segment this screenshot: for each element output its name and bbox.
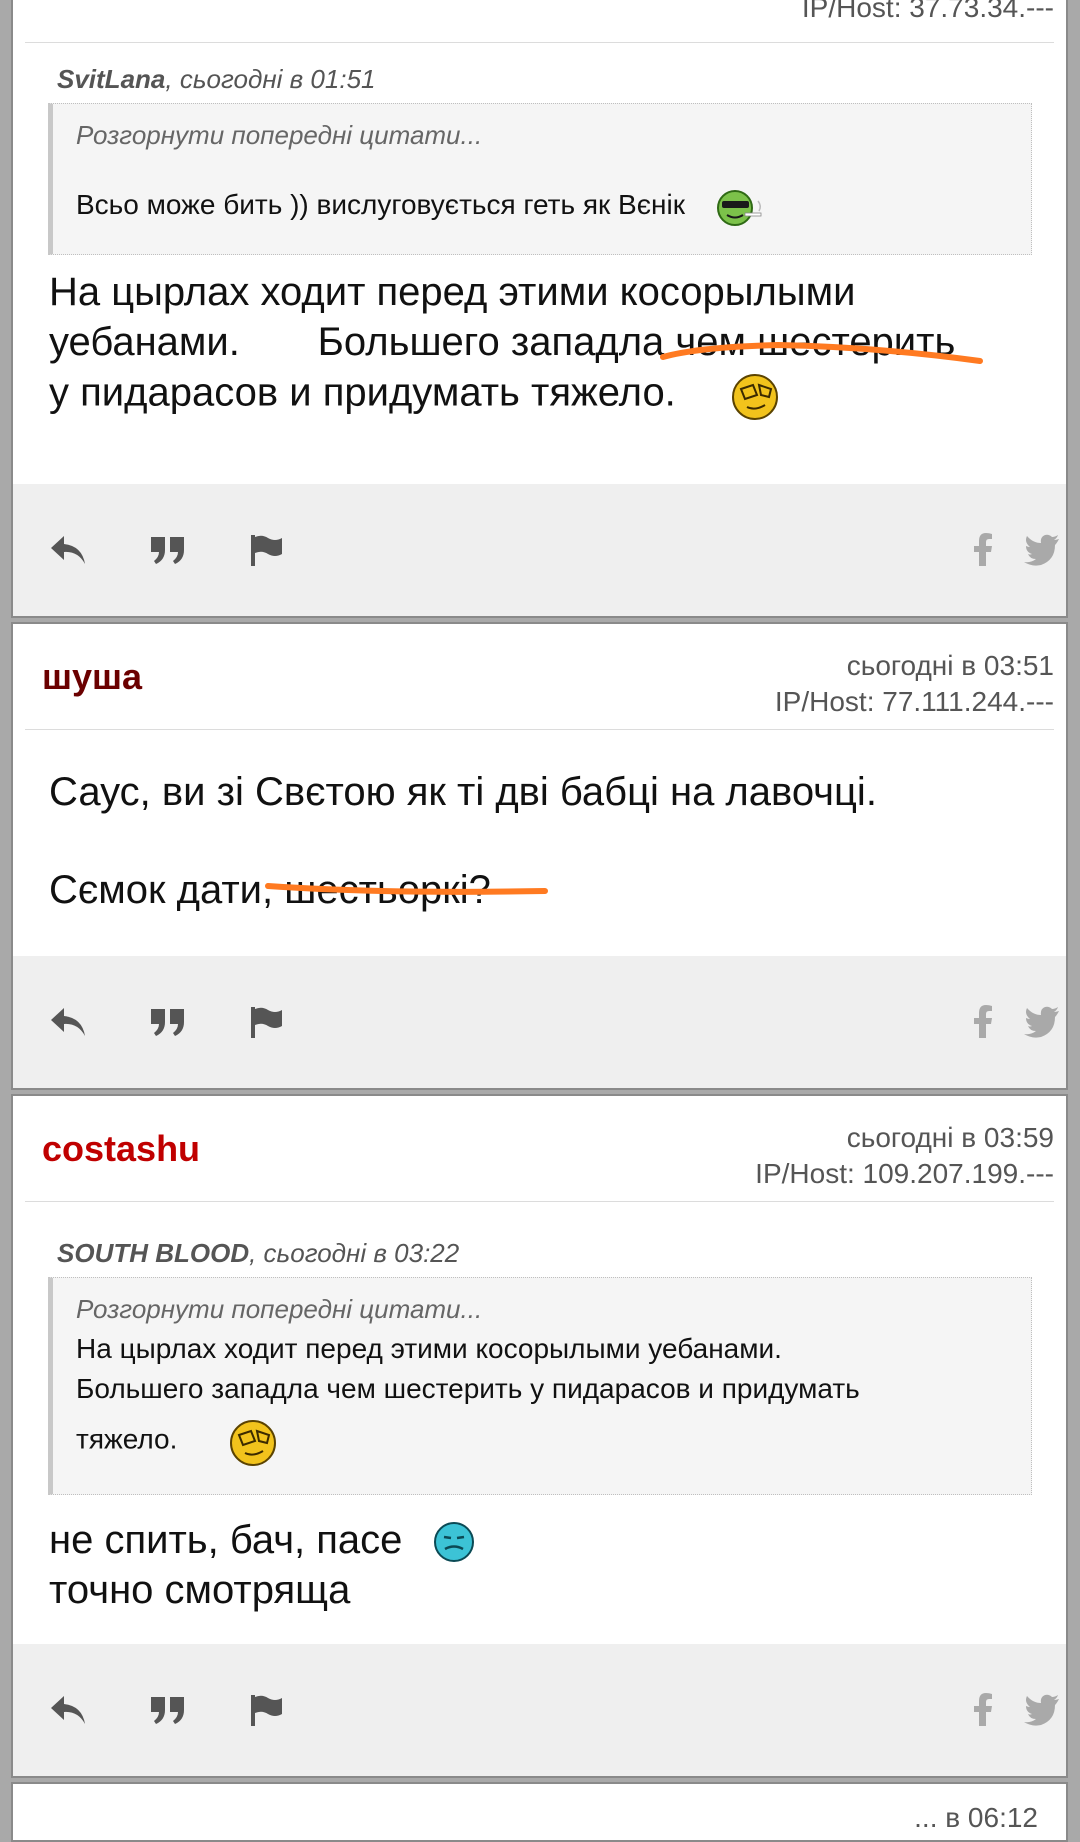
facebook-icon[interactable] (964, 532, 1004, 568)
post-toolbar (13, 1644, 1066, 1776)
reply-icon[interactable] (48, 532, 88, 568)
quote-line: Большего западла чем шестерить у пидарас… (76, 1373, 860, 1404)
reply-icon[interactable] (48, 1692, 88, 1728)
body-line: у пидарасов и придумать тяжело. (49, 367, 1066, 423)
post-toolbar (13, 484, 1066, 616)
body-line-text: у пидарасов и придумать тяжело. (49, 370, 676, 415)
facebook-icon[interactable] (964, 1004, 1004, 1040)
post-author[interactable]: costashu (42, 1128, 200, 1170)
body-line: точно смотряща (49, 1568, 351, 1612)
post-date: сьогодні в 03:51 (846, 650, 1054, 681)
facebook-icon[interactable] (964, 1692, 1004, 1728)
reply-icon[interactable] (48, 1004, 88, 1040)
post-date: сьогодні в 03:59 (846, 1122, 1054, 1153)
post-ip: IP/Host: 77.111.244.--- (774, 686, 1054, 717)
sad-smiley-icon (433, 1522, 474, 1563)
post-body: На цырлах ходит перед этими косорылыми у… (13, 255, 1066, 423)
quote-block: Розгорнути попередні цитати... Всьо може… (48, 103, 1032, 255)
quote-line: тяжело. (76, 1413, 1011, 1469)
body-line-text: не спить, бач, пасе (49, 1518, 403, 1562)
post-card: шуша сьогодні в 03:51 IP/Host: 77.111.24… (11, 622, 1068, 1090)
body-line: уебанами. Большего западла чем шестерить (49, 320, 956, 364)
flag-icon[interactable] (246, 532, 286, 568)
quote-line-text: тяжело. (76, 1423, 178, 1455)
quote-text: Всьо може бить )) вислуговується геть як… (76, 185, 1011, 228)
expand-quotes-link[interactable]: Розгорнути попередні цитати... (76, 120, 1011, 151)
quote-text-content: Всьо може бить )) вислуговується геть як… (76, 189, 685, 220)
post-meta: сьогодні в 03:51 IP/Host: 77.111.244.--- (775, 648, 1054, 720)
quote-author[interactable]: SOUTH BLOOD (57, 1238, 249, 1268)
quote-block: Розгорнути попередні цитати... На цырлах… (48, 1277, 1032, 1495)
post-header: costashu сьогодні в 03:59 IP/Host: 109.2… (13, 1096, 1066, 1202)
flag-icon[interactable] (246, 1004, 286, 1040)
body-line: не спить, бач, пасе (49, 1515, 1066, 1565)
post-card: IP/Host: 37.73.34.--- SvitLana, сьогодні… (11, 0, 1068, 618)
quote-header: SOUTH BLOOD, сьогодні в 03:22 (57, 1202, 1066, 1269)
quote-date: , сьогодні в 03:22 (249, 1238, 460, 1268)
body-line: Сємок дати, шестьоркі? (49, 868, 491, 912)
twitter-icon[interactable] (1022, 532, 1062, 568)
twitter-icon[interactable] (1022, 1692, 1062, 1728)
quote-icon[interactable] (148, 532, 188, 568)
body-line: На цырлах ходит перед этими косорылыми (49, 270, 856, 314)
post-meta: сьогодні в 03:59 IP/Host: 109.207.199.--… (755, 1120, 1054, 1192)
post-toolbar (13, 956, 1066, 1088)
post-body: Саус, ви зі Свєтою як ті дві бабці на ла… (13, 730, 1066, 918)
cool-smiley-icon (230, 1420, 277, 1466)
post-ip: IP/Host: 109.207.199.--- (755, 1158, 1054, 1189)
body-line: Саус, ви зі Свєтою як ті дві бабці на ла… (49, 770, 877, 814)
header-divider (25, 1201, 1054, 1202)
post-date: ... в 06:12 (914, 1802, 1038, 1833)
post-card: costashu сьогодні в 03:59 IP/Host: 109.2… (11, 1094, 1068, 1778)
post-header: шуша сьогодні в 03:51 IP/Host: 77.111.24… (13, 624, 1066, 730)
smoking-smiley-icon (716, 189, 762, 226)
twitter-icon[interactable] (1022, 1004, 1062, 1040)
post-body: не спить, бач, пасе точно смотряща (13, 1495, 1066, 1615)
cool-smiley-icon (731, 374, 778, 420)
quote-author[interactable]: SvitLana (57, 64, 165, 94)
post-card: ... в 06:12 (11, 1782, 1068, 1842)
quote-date: , сьогодні в 01:51 (165, 64, 376, 94)
header-divider (25, 42, 1054, 43)
quote-icon[interactable] (148, 1692, 188, 1728)
quote-text: На цырлах ходит перед этими косорылыми у… (76, 1329, 1011, 1469)
quote-line: На цырлах ходит перед этими косорылыми у… (76, 1333, 782, 1364)
quote-icon[interactable] (148, 1004, 188, 1040)
flag-icon[interactable] (246, 1692, 286, 1728)
post-author[interactable]: шуша (42, 656, 142, 698)
post-ip: IP/Host: 37.73.34.--- (801, 0, 1054, 23)
expand-quotes-link[interactable]: Розгорнути попередні цитати... (76, 1294, 1011, 1325)
